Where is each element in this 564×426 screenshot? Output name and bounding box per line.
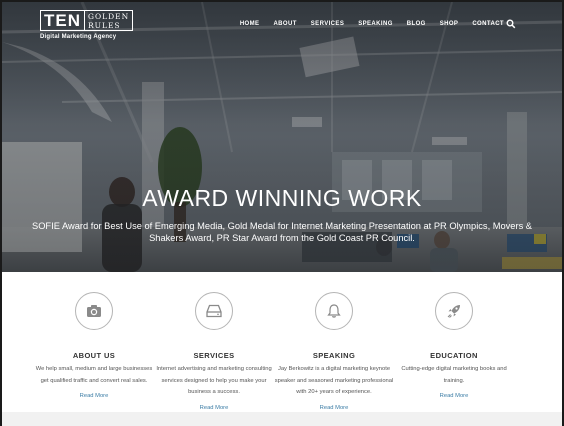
hero-subtitle: SOFIE Award for Best Use of Emerging Med… <box>32 221 532 243</box>
nav-services[interactable]: SERVICES <box>311 21 344 27</box>
logo-rules: RULES <box>88 20 121 30</box>
logo-mark: TEN GOLDEN RULES <box>40 10 134 31</box>
feature-description: Jay Berkowitz is a digital marketing key… <box>274 366 394 395</box>
feature-education: EDUCATION Cutting-edge digital marketing… <box>392 292 516 399</box>
bottom-strip <box>2 412 562 426</box>
feature-speaking: SPEAKING Jay Berkowitz is a digital mark… <box>272 292 396 411</box>
feature-services: SERVICES Internet advertising and market… <box>152 292 276 411</box>
nav-blog[interactable]: BLOG <box>407 21 426 27</box>
feature-about-us: ABOUT US We help small, medium and large… <box>32 292 156 399</box>
nav-speaking[interactable]: SPEAKING <box>358 21 393 27</box>
feature-description: Cutting-edge digital marketing books and… <box>401 366 507 384</box>
feature-description: Internet advertising and marketing consu… <box>156 366 272 395</box>
main-nav: HOME ABOUT SERVICES SPEAKING BLOG SHOP C… <box>226 21 504 27</box>
search-icon[interactable] <box>506 19 516 29</box>
logo[interactable]: TEN GOLDEN RULES Digital Marketing Agenc… <box>40 10 134 40</box>
read-more-link[interactable]: Read More <box>392 393 516 399</box>
logo-golden: GOLDEN <box>88 11 130 21</box>
logo-words: GOLDEN RULES <box>85 10 134 31</box>
bell-icon <box>315 292 353 330</box>
feature-title: EDUCATION <box>430 351 478 360</box>
nav-shop[interactable]: SHOP <box>440 21 459 27</box>
nav-about[interactable]: ABOUT <box>273 21 296 27</box>
feature-description: We help small, medium and large business… <box>35 366 153 384</box>
logo-ten: TEN <box>40 10 85 31</box>
read-more-link[interactable]: Read More <box>152 405 276 411</box>
rocket-icon <box>435 292 473 330</box>
camera-icon <box>75 292 113 330</box>
read-more-link[interactable]: Read More <box>272 405 396 411</box>
feature-title: ABOUT US <box>72 351 116 360</box>
read-more-link[interactable]: Read More <box>32 393 156 399</box>
nav-home[interactable]: HOME <box>240 21 260 27</box>
hero-banner: TEN GOLDEN RULES Digital Marketing Agenc… <box>2 2 562 272</box>
feature-title: SERVICES <box>193 351 235 360</box>
logo-tagline: Digital Marketing Agency <box>40 34 117 40</box>
drive-icon <box>195 292 233 330</box>
nav-contact[interactable]: CONTACT <box>472 21 504 27</box>
hero-title: AWARD WINNING WORK <box>142 185 422 211</box>
features-section: ABOUT US We help small, medium and large… <box>2 292 562 426</box>
page: TEN GOLDEN RULES Digital Marketing Agenc… <box>0 0 564 426</box>
feature-title: SPEAKING <box>312 351 356 360</box>
